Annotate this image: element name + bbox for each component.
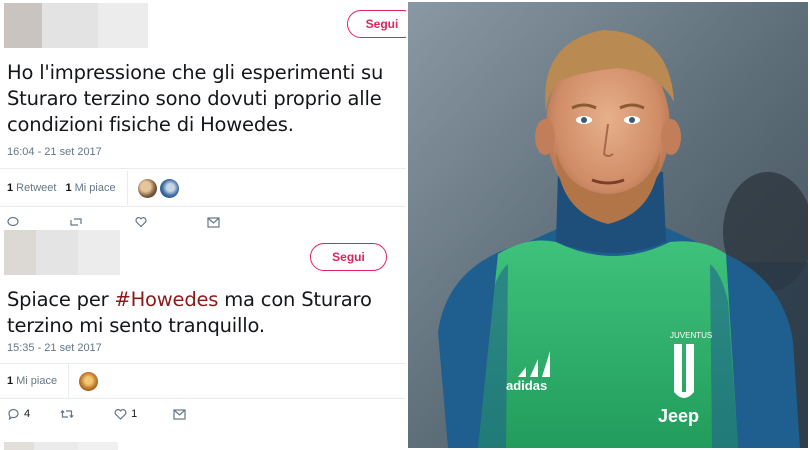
juventus-wordmark: JUVENTUS xyxy=(670,331,712,340)
divider xyxy=(0,206,406,207)
reply-count: 4 xyxy=(24,408,31,420)
reply-button[interactable]: 4 xyxy=(7,408,30,420)
follow-button[interactable]: Segui xyxy=(347,10,406,38)
retweet-button[interactable] xyxy=(60,408,74,420)
envelope-icon xyxy=(207,216,220,228)
like-label: Mi piace xyxy=(74,182,116,194)
follow-button[interactable]: Segui xyxy=(310,243,387,271)
tweet-stats: 1 Retweet 1 Mi piace xyxy=(7,170,182,206)
like-stat[interactable]: 1 Mi piace xyxy=(7,375,57,387)
retweet-button[interactable] xyxy=(69,216,83,228)
reply-icon xyxy=(8,408,19,420)
reply-button[interactable] xyxy=(7,216,19,228)
heart-icon xyxy=(135,217,147,228)
player-photo: adidas JUVENTUS Jeep xyxy=(408,2,808,448)
divider xyxy=(0,168,406,169)
pixelated-user-header xyxy=(4,442,118,450)
tweet-text: Ho l'impressione che gli esperimenti su … xyxy=(7,61,384,136)
avatar[interactable] xyxy=(159,178,179,198)
like-button[interactable] xyxy=(135,216,147,228)
message-button[interactable] xyxy=(173,408,186,420)
pixelated-user-header xyxy=(4,3,148,48)
tweet-text: Spiace per #Howedes ma con Sturaro terzi… xyxy=(7,287,406,339)
like-count: 1 xyxy=(131,408,138,420)
tweet-stats: 1 Mi piace xyxy=(7,364,101,398)
like-stat[interactable]: 1 Mi piace xyxy=(65,182,115,194)
tweet-timestamp[interactable]: 15:35 - 21 set 2017 xyxy=(7,342,102,354)
message-button[interactable] xyxy=(207,216,220,228)
like-count: 1 xyxy=(65,182,72,194)
envelope-icon xyxy=(173,408,186,420)
like-count: 1 xyxy=(7,375,14,387)
jeep-logo: Jeep xyxy=(658,406,699,426)
tweet-actions: 4 1 xyxy=(7,408,216,420)
tweet-actions xyxy=(7,216,250,228)
avatar[interactable] xyxy=(79,371,99,391)
reply-icon xyxy=(7,216,19,227)
stats-separator xyxy=(126,171,128,205)
divider xyxy=(0,398,406,399)
tweet-card: Segui Ho l'impressione che gli esperimen… xyxy=(0,0,406,228)
stats-separator xyxy=(68,364,70,398)
heart-icon xyxy=(114,409,127,420)
avatar[interactable] xyxy=(137,178,157,198)
retweet-icon xyxy=(70,218,82,226)
hashtag-link[interactable]: #Howedes xyxy=(114,288,218,311)
tweets-panel: Segui Ho l'impressione che gli esperimen… xyxy=(0,0,406,450)
retweet-stat[interactable]: 1 Retweet xyxy=(7,182,56,194)
tweet-text-start: Spiace per xyxy=(7,288,115,311)
retweet-icon xyxy=(60,409,74,419)
retweet-count: 1 xyxy=(7,182,14,194)
like-button[interactable]: 1 xyxy=(114,408,137,420)
adidas-wordmark: adidas xyxy=(506,378,547,393)
like-label: Mi piace xyxy=(16,375,58,387)
retweet-label: Retweet xyxy=(16,182,57,194)
tweet-timestamp[interactable]: 16:04 - 21 set 2017 xyxy=(7,146,102,158)
tweet-card: Segui Spiace per #Howedes ma con Sturaro… xyxy=(0,228,406,440)
pixelated-user-header xyxy=(4,230,120,275)
player-illustration: adidas JUVENTUS Jeep xyxy=(408,2,808,448)
